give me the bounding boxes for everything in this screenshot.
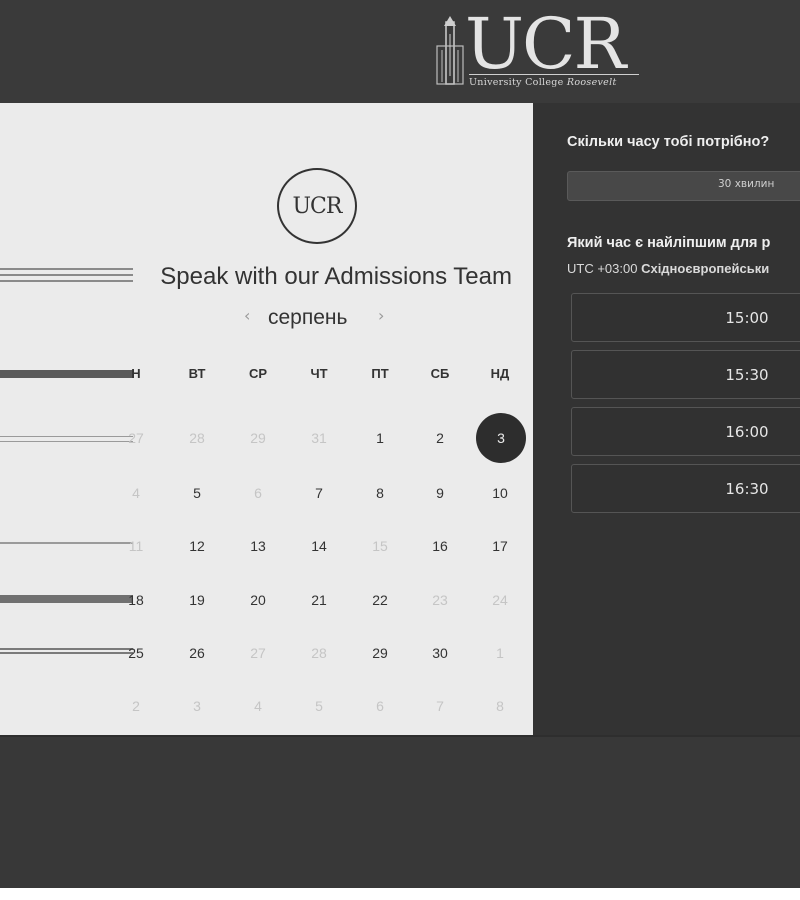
calendar-day: 11 — [128, 538, 144, 554]
calendar-day[interactable]: 20 — [233, 585, 283, 615]
time-slot-button[interactable]: 15:00 — [571, 293, 800, 342]
next-month-icon[interactable]: › — [378, 306, 394, 325]
calendar-day[interactable]: 5 — [172, 478, 222, 508]
tower-icon — [436, 16, 464, 85]
calendar-day: 5 — [315, 698, 323, 714]
calendar-day: 23 — [432, 592, 448, 608]
calendar-day: 31 — [311, 430, 327, 446]
weekday-label: ЧТ — [310, 366, 328, 381]
calendar-day: 4 — [254, 698, 262, 714]
weekday-label: Н — [131, 366, 141, 381]
weekday-label: ПТ — [371, 366, 389, 381]
logo-subtitle: University College Roosevelt — [469, 74, 639, 88]
time-slot-button[interactable]: 16:30 — [571, 464, 800, 513]
calendar-day: 24 — [492, 592, 508, 608]
calendar-day: 7 — [436, 698, 444, 714]
calendar-day[interactable]: 9 — [415, 478, 465, 508]
ucr-circle-logo: UCR — [277, 168, 357, 244]
calendar-day[interactable]: 22 — [355, 585, 405, 615]
month-navigation: ‹ серпень › — [0, 306, 533, 336]
duration-value: 30 хвилин — [718, 178, 775, 190]
calendar-day[interactable]: 19 — [172, 585, 222, 615]
weekday-label: НД — [490, 366, 510, 381]
header: UCR University College Roosevelt — [0, 0, 800, 103]
calendar-day[interactable]: 14 — [294, 531, 344, 561]
time-question: Який час є найліпшим для р — [567, 235, 771, 251]
timezone[interactable]: UTC +03:00 Східноєвропейськи — [567, 261, 769, 276]
calendar-day[interactable]: 7 — [294, 478, 344, 508]
calendar-day[interactable]: 18 — [111, 585, 161, 615]
page: UCR University College Roosevelt UCR Spe… — [0, 0, 800, 888]
weekday-label: СР — [248, 366, 268, 381]
duration-question: Скільки часу тобі потрібно? — [567, 134, 770, 150]
calendar-day: 27 — [128, 430, 144, 446]
time-slot-label: 16:30 — [725, 480, 769, 498]
calendar-day[interactable]: 10 — [475, 478, 525, 508]
logo-letters: UCR — [465, 3, 626, 85]
calendar-day: 6 — [376, 698, 384, 714]
divider — [0, 735, 800, 737]
time-slot-button[interactable]: 16:00 — [571, 407, 800, 456]
calendar-day[interactable]: 17 — [475, 531, 525, 561]
calendar-day[interactable]: 2 — [415, 423, 465, 453]
calendar-day: 2 — [132, 698, 140, 714]
booking-calendar-card: UCR Speak with our Admissions Team ‹ сер… — [0, 103, 533, 735]
prev-month-icon[interactable]: ‹ — [244, 306, 260, 325]
calendar-day[interactable]: 21 — [294, 585, 344, 615]
calendar-day: 27 — [250, 645, 266, 661]
ucr-logo[interactable]: UCR University College Roosevelt — [433, 4, 639, 90]
calendar-day: 6 — [254, 485, 262, 501]
time-slot-label: 16:00 — [725, 423, 769, 441]
calendar-day: 8 — [496, 698, 504, 714]
selected-day[interactable]: 3 — [476, 413, 526, 463]
calendar-day: 29 — [250, 430, 266, 446]
calendar-day: 28 — [311, 645, 327, 661]
calendar-day[interactable]: 12 — [172, 531, 222, 561]
time-panel: Скільки часу тобі потрібно? 30 хвилин Як… — [533, 103, 800, 735]
calendar-day: 1 — [496, 645, 504, 661]
calendar-day[interactable]: 16 — [415, 531, 465, 561]
calendar-day: 4 — [132, 485, 140, 501]
calendar-day[interactable]: 30 — [415, 638, 465, 668]
calendar-day: 15 — [372, 538, 388, 554]
calendar-day[interactable]: 8 — [355, 478, 405, 508]
calendar-day: 3 — [193, 698, 201, 714]
calendar-day[interactable]: 26 — [172, 638, 222, 668]
weekday-label: ВТ — [188, 366, 206, 381]
calendar-day[interactable]: 13 — [233, 531, 283, 561]
time-slot-label: 15:00 — [725, 309, 769, 327]
time-slot-label: 15:30 — [725, 366, 769, 384]
month-label: серпень — [268, 306, 348, 329]
time-slot-button[interactable]: 15:30 — [571, 350, 800, 399]
calendar-day[interactable]: 25 — [111, 638, 161, 668]
page-title: Speak with our Admissions Team — [160, 263, 512, 290]
duration-select[interactable]: 30 хвилин — [567, 171, 800, 201]
calendar-day[interactable]: 29 — [355, 638, 405, 668]
calendar-day: 28 — [189, 430, 205, 446]
weekday-label: СБ — [430, 366, 450, 381]
calendar-day[interactable]: 1 — [355, 423, 405, 453]
